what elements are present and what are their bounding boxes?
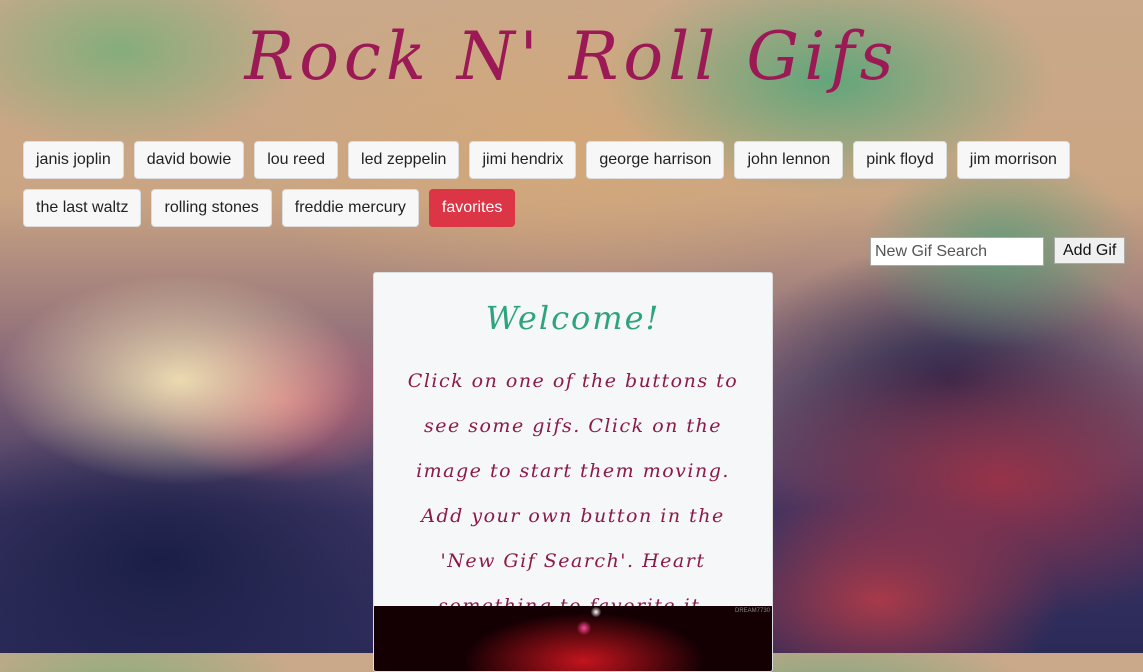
- topic-button-john-lennon[interactable]: john lennon: [734, 141, 844, 179]
- topic-button-jimi-hendrix[interactable]: jimi hendrix: [469, 141, 577, 179]
- welcome-card: Welcome! Click on one of the buttons to …: [373, 272, 773, 672]
- topic-button-led-zeppelin[interactable]: led zeppelin: [348, 141, 460, 179]
- topic-button-lou-reed[interactable]: lou reed: [254, 141, 339, 179]
- topic-buttons-row-1: janis joplin david bowie lou reed led ze…: [23, 141, 1103, 179]
- welcome-title: Welcome!: [485, 299, 661, 337]
- topic-button-janis-joplin[interactable]: janis joplin: [23, 141, 124, 179]
- gif-watermark: DREAM7730: [734, 608, 770, 614]
- topic-button-rolling-stones[interactable]: rolling stones: [151, 189, 272, 227]
- new-gif-search-form: Add Gif: [870, 237, 1126, 266]
- welcome-message: Click on one of the buttons to see some …: [407, 370, 739, 617]
- new-gif-search-input[interactable]: [870, 237, 1044, 266]
- topic-button-the-last-waltz[interactable]: the last waltz: [23, 189, 142, 227]
- topic-buttons-row-2: the last waltz rolling stones freddie me…: [23, 189, 1103, 227]
- add-gif-button[interactable]: Add Gif: [1054, 237, 1126, 264]
- topic-button-david-bowie[interactable]: david bowie: [133, 141, 245, 179]
- topic-button-freddie-mercury[interactable]: freddie mercury: [281, 189, 419, 227]
- topic-button-george-harrison[interactable]: george harrison: [586, 141, 725, 179]
- page-title: Rock N' Roll Gifs: [244, 18, 899, 95]
- gif-image[interactable]: DREAM7730: [374, 606, 772, 671]
- topic-button-pink-floyd[interactable]: pink floyd: [853, 141, 947, 179]
- topic-button-jim-morrison[interactable]: jim morrison: [956, 141, 1070, 179]
- favorites-button[interactable]: favorites: [428, 189, 516, 227]
